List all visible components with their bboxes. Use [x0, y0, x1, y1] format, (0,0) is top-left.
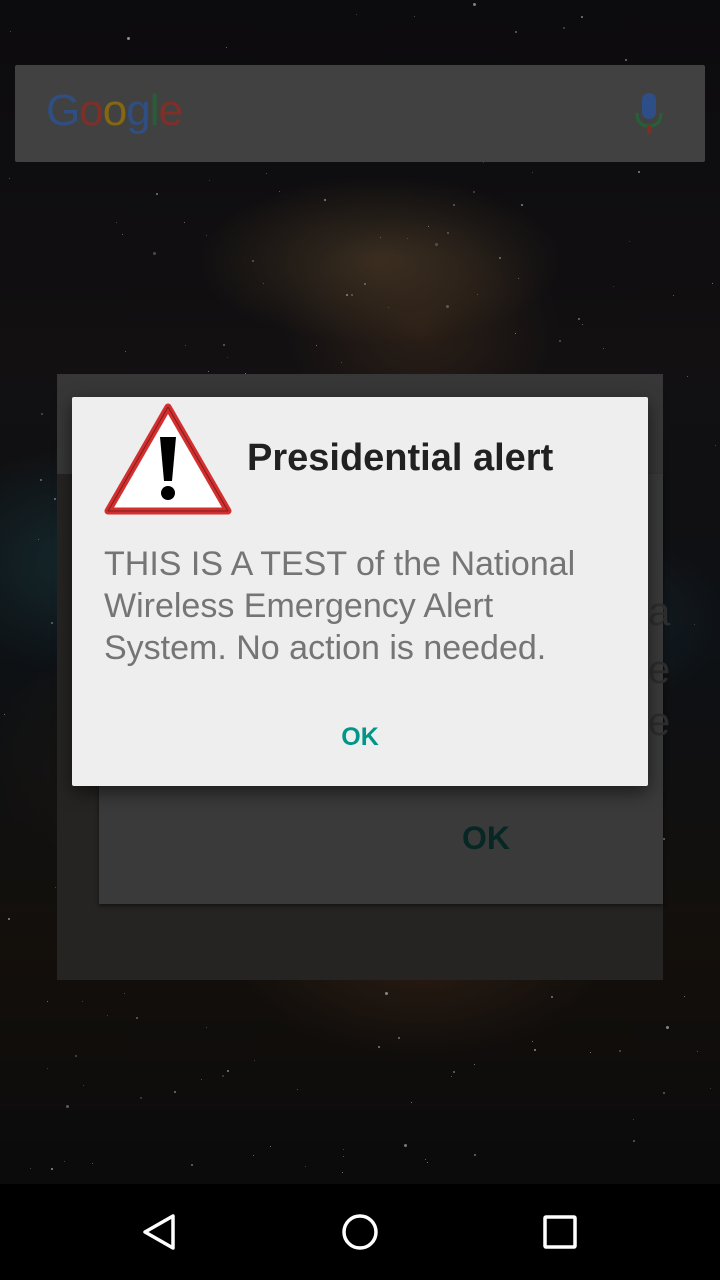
- recents-button[interactable]: [530, 1202, 590, 1262]
- warning-triangle-icon: [104, 403, 232, 515]
- recents-square-icon: [543, 1215, 577, 1249]
- presidential-alert-dialog: Presidential alert THIS IS A TEST of the…: [72, 397, 648, 786]
- navigation-bar: [0, 1184, 720, 1280]
- back-button[interactable]: [130, 1202, 190, 1262]
- alert-title: Presidential alert: [247, 437, 554, 479]
- back-triangle-icon: [143, 1214, 175, 1250]
- home-circle-icon: [342, 1214, 378, 1250]
- alert-message: THIS IS A TEST of the National Wireless …: [104, 545, 576, 667]
- ok-button[interactable]: OK: [312, 709, 408, 765]
- home-button[interactable]: [330, 1202, 390, 1262]
